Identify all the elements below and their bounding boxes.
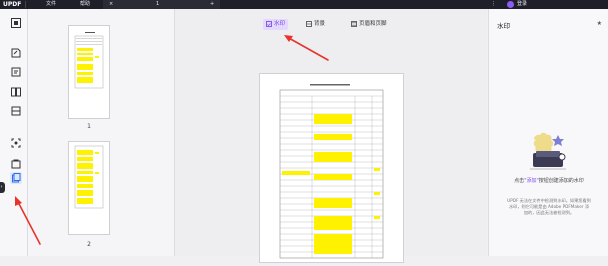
new-tab-icon[interactable]: +	[210, 0, 214, 9]
menu-help[interactable]: 帮助	[80, 0, 90, 9]
app-logo: UPDF	[3, 1, 22, 8]
comment-icon[interactable]	[10, 47, 22, 59]
convert-icon[interactable]	[10, 86, 22, 98]
tab-background[interactable]: 背景	[303, 19, 328, 30]
document-canvas: 水印 背景 页眉和页脚	[175, 9, 487, 263]
protect-icon[interactable]	[10, 158, 22, 170]
menu-file[interactable]: 文件	[46, 0, 56, 9]
more-menu-icon[interactable]: ⋮	[491, 0, 496, 9]
watermark-icon	[266, 20, 272, 27]
chevron-right-icon: ›	[0, 184, 3, 190]
organize-icon[interactable]	[10, 105, 22, 117]
thumbnail-panel: 1 2	[28, 9, 175, 256]
login-button[interactable]: 登录	[517, 0, 527, 9]
document-page[interactable]	[259, 73, 404, 263]
left-toolbar: ›	[0, 9, 28, 256]
document-tab[interactable]	[103, 0, 220, 9]
avatar[interactable]	[507, 1, 514, 8]
tab-watermark[interactable]: 水印	[263, 19, 289, 30]
tab-header-footer[interactable]: 页眉和页脚	[348, 19, 390, 30]
tab-label: 背景	[314, 21, 326, 27]
reader-icon[interactable]	[10, 17, 22, 29]
document-tab-label: 1	[156, 1, 160, 7]
title-bar: UPDF 文件 帮助 × 1 + ⋮ 登录	[0, 0, 608, 9]
page-number: 1	[87, 123, 91, 130]
page-number: 2	[87, 241, 91, 248]
background-icon	[306, 20, 312, 27]
collapse-panel-button[interactable]: ›	[0, 182, 5, 193]
header-footer-icon	[351, 20, 357, 27]
add-highlight: "添加"	[524, 178, 539, 184]
empty-state-message: 点击"添加"按钮创建添加的水印	[514, 178, 584, 184]
page-thumbnail[interactable]	[68, 25, 110, 119]
watermark-panel: 水印 ★ 点击"添加"按钮创建添加的水印 UPDF 无法在文件中检测到水印。如果…	[488, 9, 608, 256]
empty-state-illustration	[530, 132, 566, 170]
watermark-note: UPDF 无法在文件中检测到水印。如果您看到水印，则它可能是由 Adobe PD…	[507, 198, 591, 215]
edit-icon[interactable]	[10, 66, 22, 78]
tab-label: 页眉和页脚	[359, 21, 387, 27]
divider	[25, 1, 26, 8]
pin-icon[interactable]: ★	[597, 20, 602, 27]
tab-label: 水印	[274, 21, 286, 27]
page-thumbnail[interactable]	[68, 141, 110, 235]
close-tab-icon[interactable]: ×	[109, 0, 113, 9]
ocr-icon[interactable]	[10, 137, 22, 149]
page-tools-icon[interactable]	[10, 172, 22, 184]
panel-title: 水印	[497, 22, 510, 30]
